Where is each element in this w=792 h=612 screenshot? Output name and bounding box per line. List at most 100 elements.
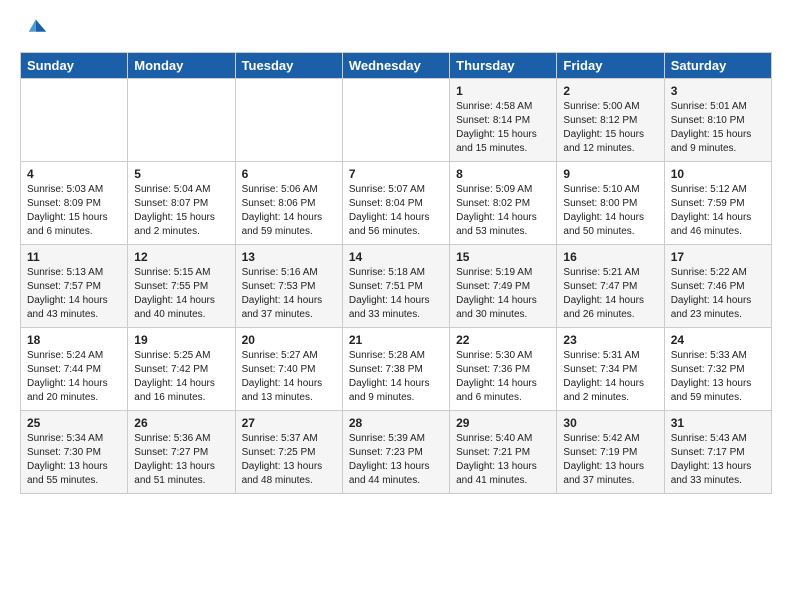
day-number: 9 [563, 167, 657, 181]
day-number: 23 [563, 333, 657, 347]
day-number: 20 [242, 333, 336, 347]
day-info: Sunrise: 5:34 AM Sunset: 7:30 PM Dayligh… [27, 432, 121, 488]
calendar-cell: 14 Sunrise: 5:18 AM Sunset: 7:51 PM Dayli… [342, 245, 449, 328]
day-info: Sunrise: 5:04 AM Sunset: 8:07 PM Dayligh… [134, 183, 228, 239]
day-number: 1 [456, 84, 550, 98]
calendar-cell: 23 Sunrise: 5:31 AM Sunset: 7:34 PM Dayli… [557, 328, 664, 411]
calendar-week-row: 18Sunrise: 5:24 AM Sunset: 7:44 PM Dayli… [21, 328, 772, 411]
day-number: 3 [671, 84, 765, 98]
day-number: 30 [563, 416, 657, 430]
day-info: Sunrise: 5:40 AM Sunset: 7:21 PM Dayligh… [456, 432, 550, 488]
calendar-cell: 31 Sunrise: 5:43 AM Sunset: 7:17 PM Dayli… [664, 411, 771, 494]
day-info: Sunrise: 5:13 AM Sunset: 7:57 PM Dayligh… [27, 266, 121, 322]
calendar-cell: 19Sunrise: 5:25 AM Sunset: 7:42 PM Dayli… [128, 328, 235, 411]
day-of-week-header: Saturday [664, 53, 771, 79]
day-number: 14 [349, 250, 443, 264]
day-info: Sunrise: 5:39 AM Sunset: 7:23 PM Dayligh… [349, 432, 443, 488]
calendar-cell: 4 Sunrise: 5:03 AM Sunset: 8:09 PM Daylig… [21, 162, 128, 245]
logo-icon [20, 16, 48, 44]
day-of-week-header: Tuesday [235, 53, 342, 79]
day-number: 17 [671, 250, 765, 264]
calendar-header-row: SundayMondayTuesdayWednesdayThursdayFrid… [21, 53, 772, 79]
day-info: Sunrise: 5:27 AM Sunset: 7:40 PM Dayligh… [242, 349, 336, 405]
calendar-cell: 15 Sunrise: 5:19 AM Sunset: 7:49 PM Dayli… [450, 245, 557, 328]
day-info: Sunrise: 5:30 AM Sunset: 7:36 PM Dayligh… [456, 349, 550, 405]
calendar-week-row: 11 Sunrise: 5:13 AM Sunset: 7:57 PM Dayli… [21, 245, 772, 328]
day-info: Sunrise: 5:22 AM Sunset: 7:46 PM Dayligh… [671, 266, 765, 322]
day-info: Sunrise: 5:36 AM Sunset: 7:27 PM Dayligh… [134, 432, 228, 488]
day-number: 11 [27, 250, 121, 264]
calendar-cell: 6 Sunrise: 5:06 AM Sunset: 8:06 PM Daylig… [235, 162, 342, 245]
day-number: 31 [671, 416, 765, 430]
calendar-cell: 21 Sunrise: 5:28 AM Sunset: 7:38 PM Dayli… [342, 328, 449, 411]
logo [20, 16, 52, 44]
calendar-cell: 13Sunrise: 5:16 AM Sunset: 7:53 PM Dayli… [235, 245, 342, 328]
day-info: Sunrise: 5:25 AM Sunset: 7:42 PM Dayligh… [134, 349, 228, 405]
calendar-cell: 20 Sunrise: 5:27 AM Sunset: 7:40 PM Dayli… [235, 328, 342, 411]
day-info: Sunrise: 5:03 AM Sunset: 8:09 PM Dayligh… [27, 183, 121, 239]
calendar-cell: 18Sunrise: 5:24 AM Sunset: 7:44 PM Dayli… [21, 328, 128, 411]
calendar-week-row: 25 Sunrise: 5:34 AM Sunset: 7:30 PM Dayli… [21, 411, 772, 494]
day-number: 25 [27, 416, 121, 430]
calendar-cell: 25 Sunrise: 5:34 AM Sunset: 7:30 PM Dayli… [21, 411, 128, 494]
day-info: Sunrise: 5:06 AM Sunset: 8:06 PM Dayligh… [242, 183, 336, 239]
day-number: 26 [134, 416, 228, 430]
day-info: Sunrise: 5:43 AM Sunset: 7:17 PM Dayligh… [671, 432, 765, 488]
day-number: 8 [456, 167, 550, 181]
calendar-cell [342, 79, 449, 162]
day-number: 7 [349, 167, 443, 181]
day-info: Sunrise: 5:19 AM Sunset: 7:49 PM Dayligh… [456, 266, 550, 322]
day-info: Sunrise: 5:42 AM Sunset: 7:19 PM Dayligh… [563, 432, 657, 488]
day-number: 4 [27, 167, 121, 181]
day-info: Sunrise: 5:37 AM Sunset: 7:25 PM Dayligh… [242, 432, 336, 488]
calendar-cell: 11 Sunrise: 5:13 AM Sunset: 7:57 PM Dayli… [21, 245, 128, 328]
calendar-cell: 3 Sunrise: 5:01 AM Sunset: 8:10 PM Daylig… [664, 79, 771, 162]
page-header [20, 16, 772, 44]
calendar-cell: 9 Sunrise: 5:10 AM Sunset: 8:00 PM Daylig… [557, 162, 664, 245]
day-number: 28 [349, 416, 443, 430]
calendar-cell: 17 Sunrise: 5:22 AM Sunset: 7:46 PM Dayli… [664, 245, 771, 328]
day-number: 2 [563, 84, 657, 98]
day-info: Sunrise: 5:09 AM Sunset: 8:02 PM Dayligh… [456, 183, 550, 239]
calendar-cell: 7 Sunrise: 5:07 AM Sunset: 8:04 PM Daylig… [342, 162, 449, 245]
calendar-cell [21, 79, 128, 162]
day-info: Sunrise: 5:01 AM Sunset: 8:10 PM Dayligh… [671, 100, 765, 156]
day-of-week-header: Wednesday [342, 53, 449, 79]
calendar-table: SundayMondayTuesdayWednesdayThursdayFrid… [20, 52, 772, 494]
calendar-cell: 24 Sunrise: 5:33 AM Sunset: 7:32 PM Dayli… [664, 328, 771, 411]
calendar-cell: 26 Sunrise: 5:36 AM Sunset: 7:27 PM Dayli… [128, 411, 235, 494]
day-info: Sunrise: 5:28 AM Sunset: 7:38 PM Dayligh… [349, 349, 443, 405]
day-number: 21 [349, 333, 443, 347]
day-number: 27 [242, 416, 336, 430]
day-number: 12 [134, 250, 228, 264]
day-of-week-header: Sunday [21, 53, 128, 79]
day-number: 18 [27, 333, 121, 347]
calendar-cell: 29Sunrise: 5:40 AM Sunset: 7:21 PM Dayli… [450, 411, 557, 494]
day-number: 22 [456, 333, 550, 347]
day-info: Sunrise: 5:31 AM Sunset: 7:34 PM Dayligh… [563, 349, 657, 405]
calendar-cell: 1 Sunrise: 4:58 AM Sunset: 8:14 PM Daylig… [450, 79, 557, 162]
calendar-week-row: 4 Sunrise: 5:03 AM Sunset: 8:09 PM Daylig… [21, 162, 772, 245]
calendar-cell [128, 79, 235, 162]
day-number: 5 [134, 167, 228, 181]
day-info: Sunrise: 5:21 AM Sunset: 7:47 PM Dayligh… [563, 266, 657, 322]
calendar-cell: 16 Sunrise: 5:21 AM Sunset: 7:47 PM Dayli… [557, 245, 664, 328]
day-number: 15 [456, 250, 550, 264]
day-info: Sunrise: 5:18 AM Sunset: 7:51 PM Dayligh… [349, 266, 443, 322]
day-number: 24 [671, 333, 765, 347]
day-info: Sunrise: 4:58 AM Sunset: 8:14 PM Dayligh… [456, 100, 550, 156]
day-number: 13 [242, 250, 336, 264]
day-number: 6 [242, 167, 336, 181]
day-of-week-header: Thursday [450, 53, 557, 79]
day-info: Sunrise: 5:12 AM Sunset: 7:59 PM Dayligh… [671, 183, 765, 239]
day-info: Sunrise: 5:10 AM Sunset: 8:00 PM Dayligh… [563, 183, 657, 239]
day-number: 16 [563, 250, 657, 264]
calendar-cell: 2Sunrise: 5:00 AM Sunset: 8:12 PM Daylig… [557, 79, 664, 162]
calendar-week-row: 1 Sunrise: 4:58 AM Sunset: 8:14 PM Daylig… [21, 79, 772, 162]
day-info: Sunrise: 5:07 AM Sunset: 8:04 PM Dayligh… [349, 183, 443, 239]
calendar-cell: 5 Sunrise: 5:04 AM Sunset: 8:07 PM Daylig… [128, 162, 235, 245]
calendar-cell: 27 Sunrise: 5:37 AM Sunset: 7:25 PM Dayli… [235, 411, 342, 494]
calendar-cell: 8 Sunrise: 5:09 AM Sunset: 8:02 PM Daylig… [450, 162, 557, 245]
day-info: Sunrise: 5:33 AM Sunset: 7:32 PM Dayligh… [671, 349, 765, 405]
calendar-cell: 28 Sunrise: 5:39 AM Sunset: 7:23 PM Dayli… [342, 411, 449, 494]
